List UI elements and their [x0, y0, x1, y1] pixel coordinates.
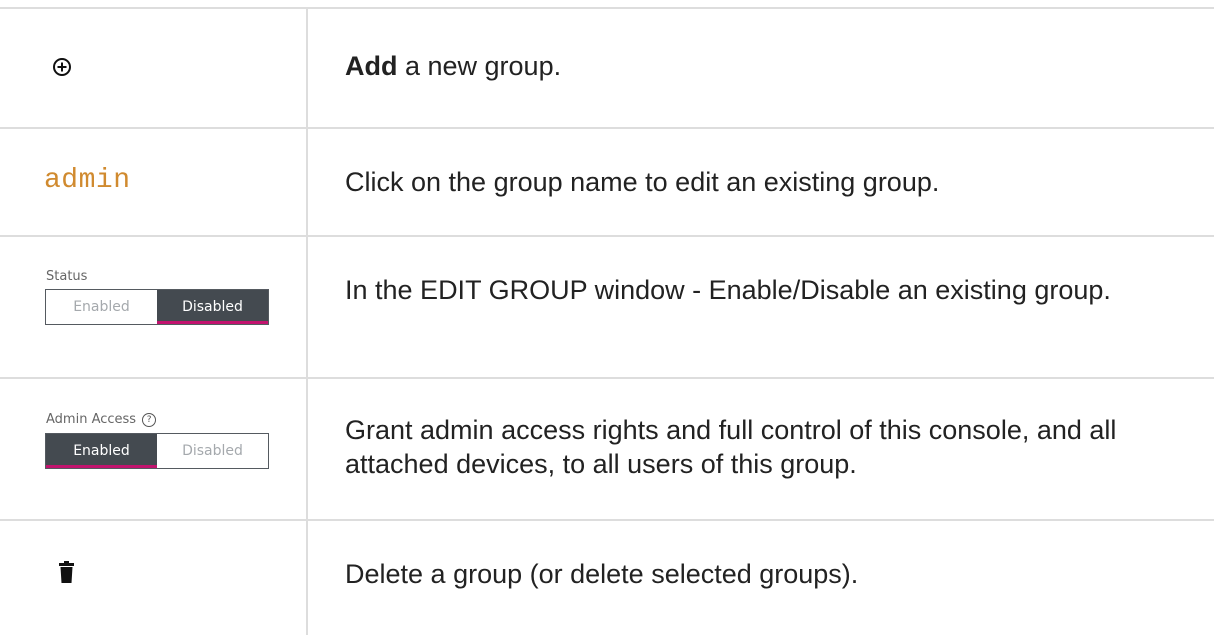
table-row: Delete a group (or delete selected group…	[0, 521, 1214, 635]
toggle-cell: Admin Access? Enabled Disabled	[0, 379, 308, 519]
icon-cell	[0, 521, 308, 635]
row-description: Click on the group name to edit an exist…	[345, 167, 940, 197]
table-row: admin Click on the group name to edit an…	[0, 129, 1214, 237]
add-circle-icon[interactable]	[52, 57, 72, 77]
row-description: Grant admin access rights and full contr…	[345, 415, 1117, 479]
description-cell: In the EDIT GROUP window - Enable/Disabl…	[308, 237, 1214, 377]
toggle-cell: Status Enabled Disabled	[0, 237, 308, 377]
admin-access-disabled-option[interactable]: Disabled	[157, 434, 268, 468]
admin-access-label-text: Admin Access	[46, 412, 137, 427]
row-description: In the EDIT GROUP window - Enable/Disabl…	[345, 275, 1111, 305]
help-circle-icon[interactable]: ?	[142, 412, 157, 427]
admin-access-toggle[interactable]: Enabled Disabled	[45, 433, 269, 469]
table-row: Admin Access? Enabled Disabled Grant adm…	[0, 379, 1214, 521]
table-row: Status Enabled Disabled In the EDIT GROU…	[0, 237, 1214, 379]
admin-access-enabled-option[interactable]: Enabled	[46, 434, 157, 468]
description-cell: Delete a group (or delete selected group…	[308, 521, 1214, 635]
group-name-link[interactable]: admin	[44, 165, 131, 196]
status-disabled-option[interactable]: Disabled	[157, 290, 268, 324]
help-table: Add a new group. admin Click on the grou…	[0, 7, 1214, 635]
row-description: Delete a group (or delete selected group…	[345, 559, 859, 589]
status-toggle[interactable]: Enabled Disabled	[45, 289, 269, 325]
trash-icon[interactable]	[59, 561, 74, 583]
icon-cell	[0, 9, 308, 127]
desc-bold: Add	[345, 51, 398, 81]
row-description: Add a new group.	[345, 49, 1202, 83]
admin-access-label: Admin Access?	[46, 412, 157, 427]
status-label: Status	[46, 269, 88, 284]
icon-cell: admin	[0, 129, 308, 235]
desc-rest: a new group.	[397, 51, 562, 81]
status-enabled-option[interactable]: Enabled	[46, 290, 157, 324]
table-row: Add a new group.	[0, 7, 1214, 129]
description-cell: Click on the group name to edit an exist…	[308, 129, 1214, 235]
description-cell: Grant admin access rights and full contr…	[308, 379, 1214, 519]
description-cell: Add a new group.	[308, 9, 1214, 127]
